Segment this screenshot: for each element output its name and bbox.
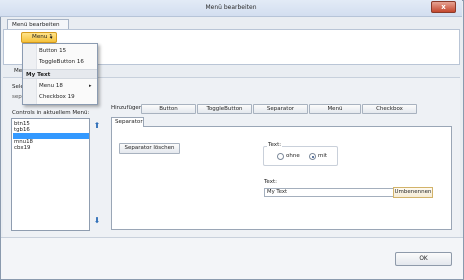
rename-button[interactable]: Umbenennen <box>393 187 433 198</box>
text-field-label: Text: <box>264 179 277 185</box>
popup-item-togglebutton16[interactable]: ToggleButton 16 <box>23 57 97 68</box>
add-checkbox-button[interactable]: Checkbox <box>362 104 417 114</box>
ribbon-partial-label: Me <box>14 68 23 74</box>
partial-separator-label: sep <box>12 94 22 100</box>
popup-item-checkbox19[interactable]: Checkbox 19 <box>23 92 97 103</box>
add-label: Hinzufügen: <box>111 105 145 111</box>
chevron-right-icon: ▸ <box>89 83 92 89</box>
add-separator-button[interactable]: Separator <box>253 104 308 114</box>
radio-ohne-label[interactable]: ohne <box>286 153 300 159</box>
add-togglebutton-button[interactable]: ToggleButton <box>197 104 252 114</box>
tab-separator[interactable]: Separator <box>111 117 144 127</box>
add-button-button[interactable]: Button <box>141 104 196 114</box>
popup-item-button15[interactable]: Button 15 <box>23 46 97 57</box>
radio-ohne[interactable] <box>277 153 284 160</box>
window-title: Menü bearbeiten <box>205 4 257 11</box>
move-down-button[interactable]: ⬇ <box>92 216 102 226</box>
delete-separator-button[interactable]: Separator löschen <box>119 143 180 154</box>
radio-mit-label[interactable]: mit <box>318 153 327 159</box>
footer-bar <box>1 237 463 279</box>
radio-mit[interactable] <box>309 153 316 160</box>
popup-header-mytext[interactable]: My Text <box>23 69 97 79</box>
popup-item-menu18[interactable]: Menu 18 <box>23 81 97 92</box>
controls-listbox[interactable]: btn15 tgb16 mnu18 cbx19 <box>11 118 90 231</box>
add-menu-button[interactable]: Menü <box>309 104 361 114</box>
close-button[interactable]: x <box>431 1 456 13</box>
list-item[interactable]: cbx19 <box>13 145 89 151</box>
move-up-button[interactable]: ⬆ <box>92 121 102 131</box>
menu1-dropdown-popup: Button 15 ToggleButton 16 My Text Menu 1… <box>22 43 98 105</box>
text-group-label: Text: <box>267 142 283 148</box>
controls-list-label: Controls in aktuellem Menü: <box>12 110 90 116</box>
ok-button[interactable]: OK <box>395 252 452 266</box>
chevron-down-icon: ▾ <box>50 35 53 41</box>
text-input[interactable]: My Text <box>264 188 394 197</box>
